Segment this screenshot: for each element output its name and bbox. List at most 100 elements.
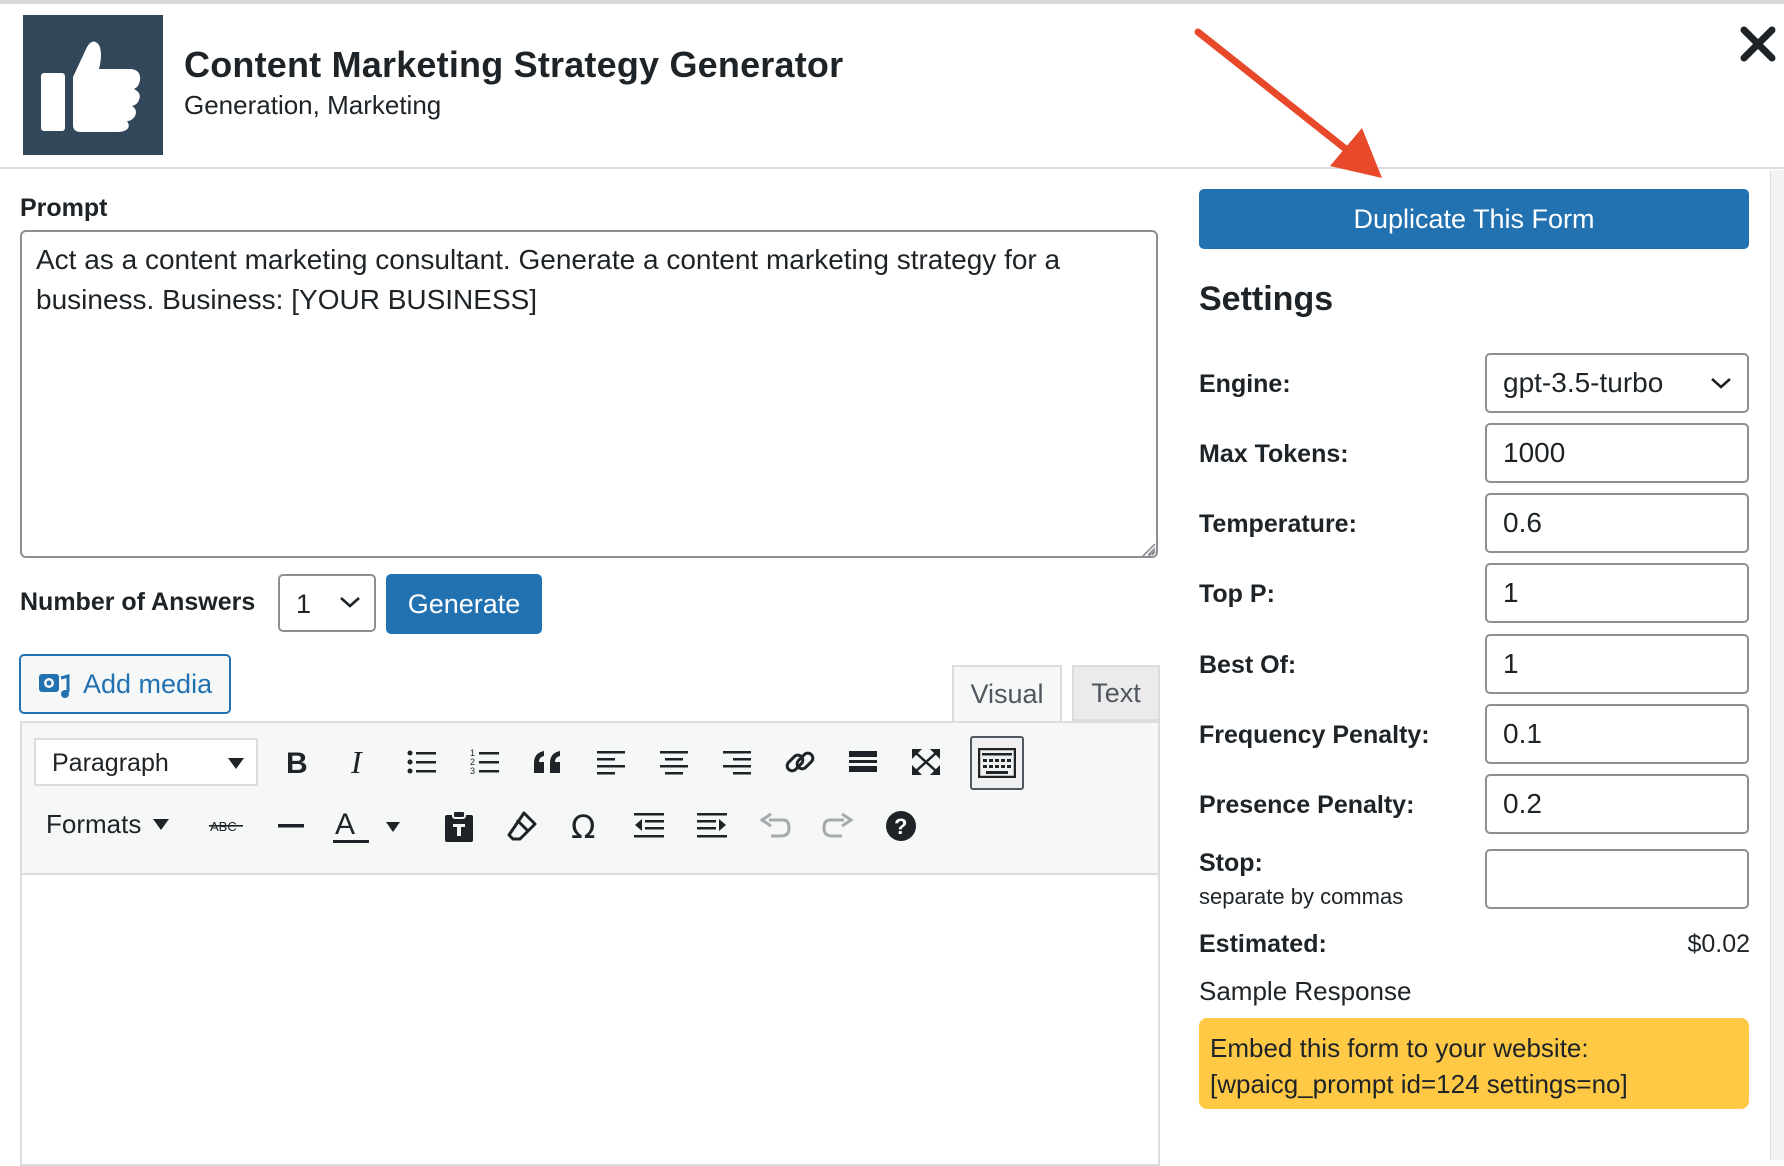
resize-grip-icon[interactable] [1140, 542, 1156, 558]
fullscreen-button[interactable] [899, 735, 953, 789]
embed-line-1: Embed this form to your website: [1210, 1033, 1589, 1063]
sample-response-link[interactable]: Sample Response [1199, 976, 1411, 1007]
answers-label: Number of Answers [20, 588, 256, 616]
link-icon [785, 751, 815, 773]
indent-icon [697, 813, 727, 838]
chevron-down-icon [1711, 378, 1731, 389]
add-media-button[interactable]: Add media [19, 654, 231, 714]
embed-shortcode[interactable]: [wpaicg_prompt id=124 settings=no] [1210, 1066, 1738, 1102]
temperature-label: Temperature: [1199, 510, 1357, 538]
estimated-label: Estimated: [1199, 930, 1327, 958]
close-button[interactable] [1738, 24, 1784, 70]
read-more-icon [849, 751, 877, 772]
tab-visual[interactable]: Visual [952, 665, 1062, 721]
align-left-button[interactable] [584, 735, 638, 789]
form-logo [23, 15, 163, 155]
svg-text:?: ? [894, 814, 907, 839]
help-icon: ? [886, 811, 916, 841]
numbered-list-button[interactable]: 1 2 3 [458, 735, 512, 789]
indent-button[interactable] [685, 799, 739, 853]
clipboard-icon [445, 810, 473, 842]
max-tokens-label: Max Tokens: [1199, 440, 1349, 468]
outdent-button[interactable] [622, 799, 676, 853]
bold-icon: B [286, 747, 308, 777]
annotation-arrow [1194, 28, 1382, 178]
undo-icon [759, 812, 791, 838]
thumbs-up-icon [41, 41, 141, 132]
top-p-label: Top P: [1199, 580, 1275, 608]
scrollbar[interactable] [1770, 170, 1784, 1160]
bold-button[interactable]: B [269, 735, 323, 789]
redo-button[interactable] [811, 799, 865, 853]
engine-select[interactable]: gpt-3.5-turbo [1485, 353, 1749, 413]
media-icon [37, 668, 71, 700]
temperature-input[interactable]: 0.6 [1485, 493, 1749, 553]
bullet-list-button[interactable] [395, 735, 449, 789]
undo-button[interactable] [748, 799, 802, 853]
presence-penalty-input[interactable]: 0.2 [1485, 774, 1749, 834]
align-left-icon [597, 751, 625, 775]
paragraph-format-value: Paragraph [52, 749, 169, 777]
read-more-button[interactable] [836, 735, 890, 789]
align-right-button[interactable] [710, 735, 764, 789]
horizontal-line-button[interactable] [264, 799, 318, 853]
engine-select-value: gpt-3.5-turbo [1503, 367, 1664, 398]
italic-button[interactable]: I [332, 735, 386, 789]
answers-select-value: 1 [296, 589, 312, 619]
fullscreen-icon [912, 749, 940, 775]
svg-text:Ω: Ω [571, 810, 595, 842]
outdent-icon [634, 813, 664, 838]
paragraph-format-select[interactable]: Paragraph [34, 738, 258, 786]
prompt-textarea[interactable]: Act as a content marketing consultant. G… [20, 230, 1158, 558]
keyboard-icon [978, 748, 1016, 778]
text-color-icon: A [333, 808, 400, 843]
strikethrough-button[interactable]: ABC [200, 799, 254, 853]
top-p-input[interactable]: 1 [1485, 563, 1749, 623]
frequency-penalty-input[interactable]: 0.1 [1485, 704, 1749, 764]
blockquote-icon [534, 751, 560, 773]
bullet-list-icon [407, 750, 436, 774]
best-of-label: Best Of: [1199, 651, 1297, 679]
engine-label: Engine: [1199, 370, 1291, 398]
formats-dropdown[interactable]: Formats [46, 809, 170, 840]
toolbar-toggle-button[interactable] [970, 736, 1024, 790]
caret-down-icon [228, 758, 244, 769]
duplicate-form-button[interactable]: Duplicate This Form [1199, 189, 1749, 249]
embed-notice: Embed this form to your website: [wpaicg… [1199, 1018, 1749, 1109]
form-categories: Generation, Marketing [184, 90, 442, 120]
clear-formatting-button[interactable] [495, 799, 549, 853]
add-media-label: Add media [83, 668, 213, 699]
rich-text-editor[interactable]: Paragraph B I 1 2 3 Formats ABC A Ω ? [20, 721, 1160, 1166]
prompt-label: Prompt [20, 194, 108, 222]
align-center-icon [660, 751, 688, 775]
blockquote-button[interactable] [521, 735, 575, 789]
svg-text:3: 3 [470, 766, 475, 776]
svg-text:B: B [286, 747, 308, 777]
generate-button[interactable]: Generate [386, 574, 542, 634]
redo-icon [822, 812, 854, 838]
paste-as-text-button[interactable] [432, 799, 486, 853]
toolbar-row-1: Paragraph B I 1 2 3 [22, 723, 1158, 790]
keyboard-shortcuts-button[interactable]: ? [874, 799, 928, 853]
special-character-button[interactable]: Ω [558, 799, 612, 853]
settings-heading: Settings [1199, 280, 1334, 318]
stop-input[interactable] [1485, 849, 1749, 909]
horizontal-line-icon [278, 824, 304, 828]
estimated-cost: $0.02 [1687, 930, 1750, 958]
frequency-penalty-label: Frequency Penalty: [1199, 721, 1430, 749]
svg-text:I: I [350, 747, 363, 777]
form-title: Content Marketing Strategy Generator [184, 44, 844, 85]
strikethrough-icon: ABC [209, 819, 243, 834]
insert-link-button[interactable] [773, 735, 827, 789]
max-tokens-input[interactable]: 1000 [1485, 423, 1749, 483]
chevron-down-icon [340, 597, 360, 608]
tab-text[interactable]: Text [1072, 665, 1160, 721]
numbered-list-icon: 1 2 3 [470, 748, 499, 776]
italic-icon: I [350, 747, 363, 777]
best-of-input[interactable]: 1 [1485, 634, 1749, 694]
editor-toolbar: Paragraph B I 1 2 3 Formats ABC A Ω ? [22, 723, 1158, 875]
stop-label: Stop: [1199, 849, 1263, 877]
answers-select[interactable]: 1 [278, 574, 376, 632]
text-color-button[interactable]: A [328, 799, 408, 853]
align-center-button[interactable] [647, 735, 701, 789]
